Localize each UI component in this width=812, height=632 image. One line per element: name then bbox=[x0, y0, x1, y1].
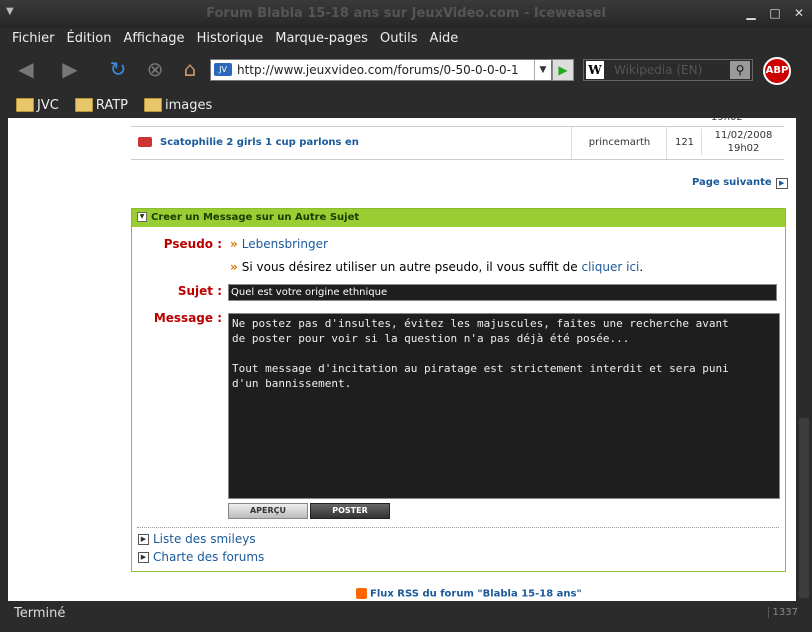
adblock-icon[interactable]: ABP bbox=[763, 57, 791, 85]
pseudo-value: » Lebensbringer bbox=[230, 237, 328, 251]
topic-subject[interactable]: Scatophilie 2 girls 1 cup parlons en bbox=[160, 137, 359, 148]
topic-date-time: 19h02 bbox=[727, 143, 760, 154]
status-right: 1337 bbox=[767, 607, 798, 618]
vertical-scrollbar[interactable] bbox=[796, 118, 812, 601]
reload-icon[interactable]: ↻ bbox=[106, 58, 130, 80]
go-button[interactable]: ▶ bbox=[552, 59, 574, 81]
topic-replies: 121 bbox=[666, 127, 702, 159]
menu-edition[interactable]: Édition bbox=[67, 31, 112, 46]
divider bbox=[137, 527, 779, 528]
window-title: Forum Blabla 15-18 ans sur JeuxVideo.com… bbox=[206, 6, 606, 21]
arrow-right-icon: ▶ bbox=[138, 552, 149, 563]
site-favicon: JV bbox=[214, 63, 232, 76]
next-page-link[interactable]: Page suivante ▶ bbox=[692, 177, 788, 189]
wikipedia-icon[interactable]: W bbox=[586, 61, 604, 79]
menu-bar: Fichier Édition Affichage Historique Mar… bbox=[0, 28, 812, 48]
pseudo-label: Pseudo : bbox=[163, 237, 222, 251]
scrollbar-thumb[interactable] bbox=[799, 418, 809, 598]
rss-icon bbox=[356, 588, 367, 599]
message-label: Message : bbox=[153, 311, 222, 325]
status-bar: Terminé 1337 bbox=[0, 601, 812, 632]
arrow-right-icon: ▶ bbox=[775, 178, 788, 189]
arrow-right-icon: ▶ bbox=[138, 534, 149, 545]
menu-affichage[interactable]: Affichage bbox=[123, 31, 184, 46]
bookmark-ratp[interactable]: RATP bbox=[74, 98, 128, 113]
subject-input[interactable]: Quel est votre origine ethnique bbox=[228, 284, 777, 301]
collapse-icon[interactable]: ▼ bbox=[137, 212, 147, 222]
topic-folder-icon bbox=[138, 137, 152, 147]
search-placeholder: Wikipedia (EN) bbox=[614, 63, 703, 77]
forward-icon[interactable]: ▶ bbox=[58, 58, 82, 80]
search-bar[interactable]: W Wikipedia (EN) ⚲ bbox=[583, 59, 753, 81]
window-titlebar: ▼ Forum Blabla 15-18 ans sur JeuxVideo.c… bbox=[0, 0, 812, 28]
menu-historique[interactable]: Historique bbox=[197, 31, 264, 46]
navigation-toolbar: ◀ ▶ ↻ ⊗ ⌂ JV http://www.jeuxvideo.com/fo… bbox=[0, 50, 812, 88]
stop-icon[interactable]: ⊗ bbox=[143, 58, 167, 80]
subject-label: Sujet : bbox=[177, 284, 222, 298]
folder-icon bbox=[143, 98, 162, 112]
menu-outils[interactable]: Outils bbox=[380, 31, 418, 46]
smileys-link[interactable]: ▶ Liste des smileys bbox=[138, 532, 256, 546]
url-dropdown-icon[interactable]: ▼ bbox=[534, 60, 551, 80]
bookmark-images[interactable]: images bbox=[143, 98, 212, 113]
arrow-icon: » bbox=[230, 260, 238, 274]
other-pseudo-line: » Si vous désirez utiliser un autre pseud… bbox=[230, 260, 644, 274]
previous-row-time: 19h02 bbox=[711, 118, 743, 123]
previous-row-fragment: 19h02 bbox=[131, 118, 784, 124]
topic-author: princemarth bbox=[571, 127, 667, 159]
bookmark-jvc[interactable]: JVC bbox=[16, 98, 59, 113]
status-text: Terminé bbox=[14, 606, 66, 621]
menu-aide[interactable]: Aide bbox=[430, 31, 459, 46]
charter-link[interactable]: ▶ Charte des forums bbox=[138, 550, 264, 564]
form-header: ▼ Creer un Message sur un Autre Sujet bbox=[132, 209, 785, 227]
minimize-icon[interactable]: ▁ bbox=[742, 4, 760, 22]
url-bar[interactable]: JV http://www.jeuxvideo.com/forums/0-50-… bbox=[210, 59, 552, 81]
preview-button[interactable]: APERÇU bbox=[228, 503, 308, 519]
menu-fichier[interactable]: Fichier bbox=[12, 31, 55, 46]
topic-row: Scatophilie 2 girls 1 cup parlons en pri… bbox=[131, 126, 784, 160]
maximize-icon[interactable]: □ bbox=[766, 4, 784, 22]
topic-date-day: 11/02/2008 bbox=[714, 130, 773, 141]
post-button[interactable]: POSTER bbox=[310, 503, 390, 519]
close-icon[interactable]: ✕ bbox=[790, 4, 808, 22]
message-textarea[interactable]: Ne postez pas d'insultes, évitez les maj… bbox=[228, 313, 780, 499]
bookmarks-toolbar: JVC RATP images bbox=[0, 92, 812, 118]
folder-icon bbox=[74, 98, 93, 112]
topic-date: 11/02/2008 19h02 bbox=[701, 129, 785, 155]
page-viewport: 19h02 Scatophilie 2 girls 1 cup parlons … bbox=[8, 118, 796, 601]
click-here-link[interactable]: cliquer ici bbox=[582, 260, 640, 274]
arrow-icon: » bbox=[230, 237, 238, 251]
home-icon[interactable]: ⌂ bbox=[178, 58, 202, 80]
rss-link[interactable]: Flux RSS du forum "Blabla 15-18 ans" bbox=[356, 588, 582, 600]
menu-marque-pages[interactable]: Marque-pages bbox=[275, 31, 368, 46]
new-topic-form: ▼ Creer un Message sur un Autre Sujet Pse… bbox=[131, 208, 786, 572]
url-text: http://www.jeuxvideo.com/forums/0-50-0-0… bbox=[237, 63, 519, 77]
back-icon[interactable]: ◀ bbox=[14, 58, 38, 80]
folder-icon bbox=[16, 98, 34, 112]
search-icon[interactable]: ⚲ bbox=[730, 61, 750, 79]
window-buttons: ▁ □ ✕ bbox=[742, 4, 808, 22]
